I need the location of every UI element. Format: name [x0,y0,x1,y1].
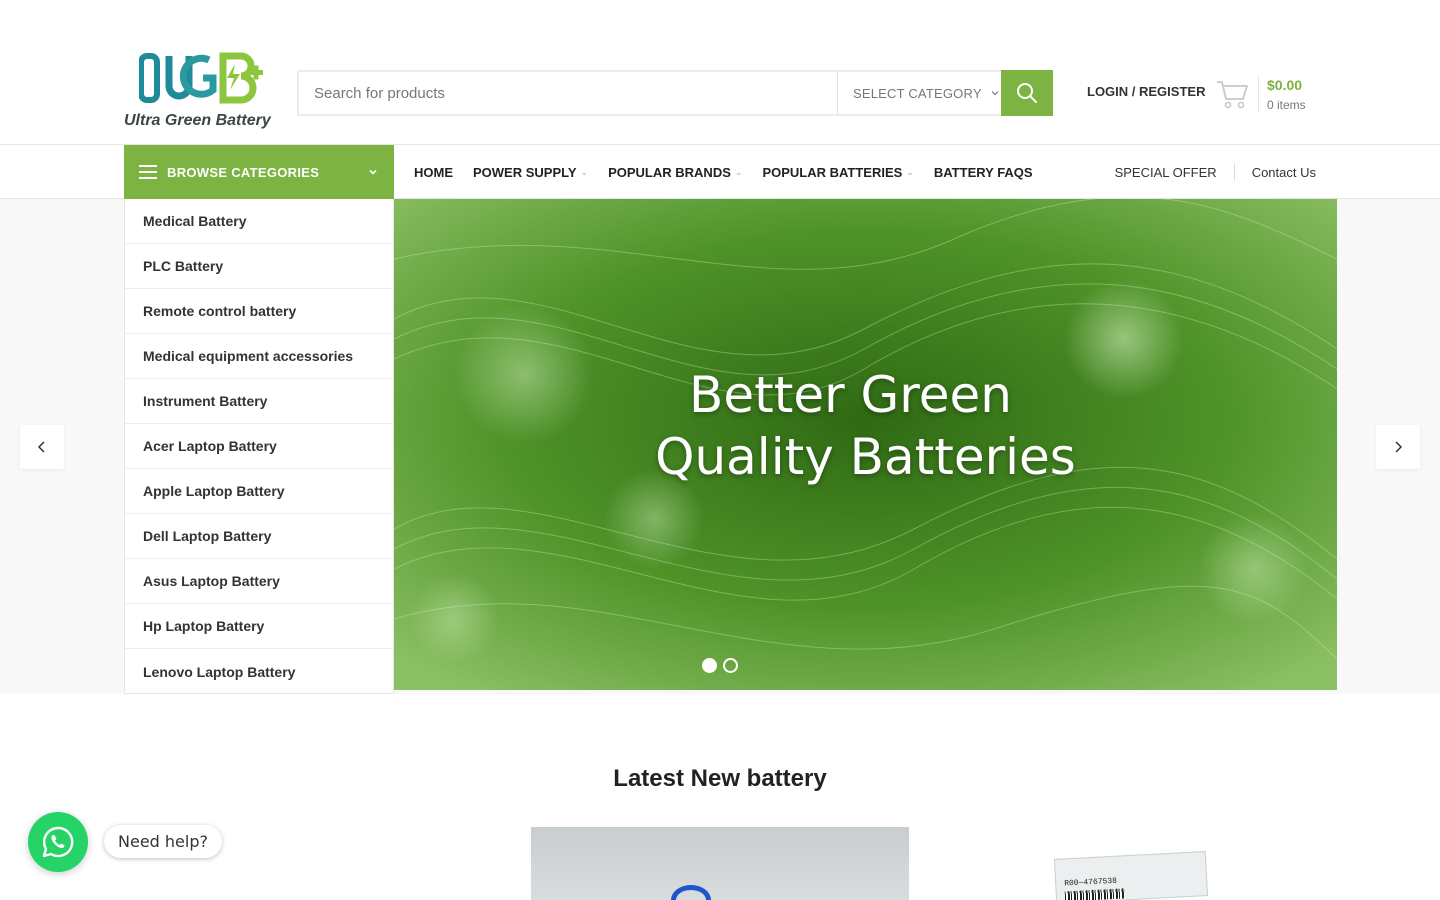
category-select[interactable]: SELECT CATEGORY [837,72,1002,114]
category-item[interactable]: Acer Laptop Battery [125,424,393,469]
cart-info: $0.00 0 items [1267,77,1306,112]
nav-item-label: POPULAR BATTERIES [762,164,903,180]
slider-next-button[interactable] [1376,425,1420,469]
barcode-icon [1064,888,1126,900]
nav-item-label: HOME [414,164,453,180]
slider-dot-2[interactable] [723,658,738,673]
main-navigation: BROWSE CATEGORIES HOME POWER SUPPLY ⌄ POP… [0,145,1440,199]
nav-item-battery-faqs[interactable]: BATTERY FAQS [934,165,1033,180]
login-register-link[interactable]: LOGIN / REGISTER [1087,84,1205,99]
special-offer-link[interactable]: SPECIAL OFFER [1115,165,1217,180]
chevron-down-icon: ⌄ [906,166,914,177]
category-list: Medical Battery PLC Battery Remote contr… [124,199,394,694]
contact-us-link[interactable]: Contact Us [1252,165,1316,180]
product-label-text: R00—4767538 [1064,876,1118,889]
search-input[interactable] [299,72,837,114]
browse-categories-button[interactable]: BROWSE CATEGORIES [124,145,394,199]
search-button[interactable] [1001,70,1053,116]
product-cable-shape [671,885,711,900]
category-item[interactable]: Hp Laptop Battery [125,604,393,649]
whatsapp-button[interactable] [28,812,88,872]
cart-divider [1258,76,1259,112]
browse-categories-label: BROWSE CATEGORIES [167,164,320,180]
category-item[interactable]: PLC Battery [125,244,393,289]
cart-item-count: 0 items [1267,97,1306,112]
chevron-down-icon [991,91,999,96]
nav-item-label: POPULAR BRANDS [608,164,731,180]
hero-slider[interactable]: Better Green Quality Batteries [394,199,1337,690]
nav-item-label: BATTERY FAQS [933,164,1033,180]
primary-menu: HOME POWER SUPPLY ⌄ POPULAR BRANDS ⌄ POPUL… [414,145,1033,199]
category-item[interactable]: Medical Battery [125,199,393,244]
slide-heading-line2: Quality Batteries [655,428,1076,486]
need-help-bubble[interactable]: Need help? [104,825,222,858]
category-item[interactable]: Medical equipment accessories [125,334,393,379]
cart-total: $0.00 [1267,76,1303,93]
slide-heading: Better Green Quality Batteries [394,364,1337,488]
nav-divider [1233,163,1235,181]
chevron-down-icon [369,169,377,175]
category-item[interactable]: Asus Laptop Battery [125,559,393,604]
logo-mark-icon [139,52,263,104]
product-image[interactable]: R00—4767538 [1053,851,1209,900]
search-form: SELECT CATEGORY [297,70,1053,116]
chevron-down-icon: ⌄ [580,166,589,177]
search-icon [1017,83,1037,103]
nav-item-power-supply[interactable]: POWER SUPPLY ⌄ [473,165,588,180]
chevron-right-icon [1395,441,1403,453]
slider-pagination [702,658,738,673]
logo-text: Ultra Green Battery [124,112,271,129]
product-image[interactable] [531,827,909,900]
category-item[interactable]: Apple Laptop Battery [125,469,393,514]
nav-item-popular-brands[interactable]: POPULAR BRANDS ⌄ [608,165,742,180]
category-item[interactable]: Instrument Battery [125,379,393,424]
category-item[interactable]: Remote control battery [125,289,393,334]
whatsapp-icon [42,826,74,858]
chevron-down-icon: ⌄ [734,166,743,177]
chevron-left-icon [37,441,45,453]
slide-heading-line1: Better Green [689,366,1012,424]
section-title: Latest New battery [613,765,827,792]
nav-item-home[interactable]: HOME [414,165,453,180]
site-header: Ultra Green Battery SELECT CATEGORY LOGI… [0,0,1440,145]
secondary-menu: SPECIAL OFFER Contact Us [1115,145,1316,199]
category-item[interactable]: Dell Laptop Battery [125,514,393,559]
nav-item-label: POWER SUPPLY [473,164,577,180]
menu-icon [139,165,157,179]
site-logo[interactable]: Ultra Green Battery [124,52,284,134]
category-select-label: SELECT CATEGORY [853,85,982,101]
cart-icon [1217,81,1248,109]
category-item[interactable]: Lenovo Laptop Battery [125,649,393,694]
cart-widget[interactable]: $0.00 0 items [1216,74,1326,114]
slider-prev-button[interactable] [20,425,64,469]
slider-dot-1[interactable] [702,658,717,673]
nav-item-popular-batteries[interactable]: POPULAR BATTERIES ⌄ [762,165,913,180]
